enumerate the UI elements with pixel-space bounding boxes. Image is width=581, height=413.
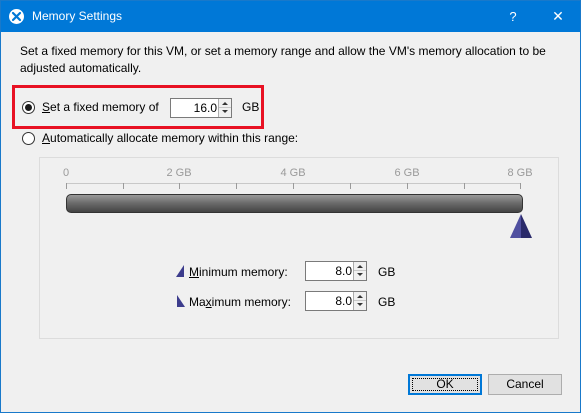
max-marker-icon <box>177 295 185 307</box>
memory-range-slider[interactable] <box>66 194 523 213</box>
axis-label-0: 0 <box>62 167 70 179</box>
fixed-memory-down-button[interactable] <box>219 108 231 117</box>
axis-tick <box>464 183 465 189</box>
auto-memory-label[interactable]: Automatically allocate memory within thi… <box>42 131 298 145</box>
min-marker-icon <box>176 265 184 277</box>
maximum-memory-up-button[interactable] <box>354 292 366 301</box>
axis-tick <box>179 183 180 189</box>
minimum-memory-up-button[interactable] <box>354 262 366 271</box>
ok-button[interactable]: OK <box>408 374 482 395</box>
close-button[interactable]: ✕ <box>536 1 580 32</box>
axis-label-2gb: 2 GB <box>166 167 192 179</box>
fixed-memory-unit: GB <box>242 100 260 114</box>
axis-label-8gb: 8 GB <box>507 167 533 179</box>
range-axis <box>67 183 521 184</box>
maximum-memory-stepper[interactable]: 8.0 <box>305 291 367 311</box>
focus-rect <box>412 378 478 391</box>
cancel-button[interactable]: Cancel <box>488 374 562 395</box>
help-button[interactable]: ? <box>491 1 535 32</box>
minimum-memory-unit: GB <box>378 265 396 279</box>
axis-tick <box>407 183 408 189</box>
axis-tick <box>66 183 67 189</box>
title-bar: Memory Settings ? ✕ <box>1 1 580 32</box>
memory-range-panel <box>39 157 559 339</box>
window-title: Memory Settings <box>32 9 123 23</box>
maximum-memory-unit: GB <box>378 295 396 309</box>
range-slider-thumb[interactable] <box>509 213 533 239</box>
axis-tick <box>350 183 351 189</box>
auto-memory-radio[interactable] <box>22 132 35 145</box>
minimum-memory-stepper[interactable]: 8.0 <box>305 261 367 281</box>
intro-text: Set a fixed memory for this VM, or set a… <box>20 44 546 75</box>
cancel-button-label: Cancel <box>506 377 544 391</box>
maximum-memory-value[interactable]: 8.0 <box>308 294 352 308</box>
axis-tick <box>123 183 124 189</box>
minimum-memory-value[interactable]: 8.0 <box>308 264 352 278</box>
maximum-memory-label: Maximum memory: <box>189 295 292 309</box>
fixed-memory-stepper[interactable]: 16.0 <box>170 98 232 118</box>
fixed-memory-radio[interactable] <box>22 101 35 114</box>
axis-tick <box>293 183 294 189</box>
fixed-memory-value[interactable]: 16.0 <box>173 101 217 115</box>
app-x-icon <box>9 9 24 24</box>
minimum-memory-down-button[interactable] <box>354 271 366 280</box>
fixed-memory-up-button[interactable] <box>219 99 231 108</box>
axis-tick <box>236 183 237 189</box>
axis-label-6gb: 6 GB <box>394 167 420 179</box>
minimum-memory-label: Minimum memory: <box>189 265 288 279</box>
maximum-memory-down-button[interactable] <box>354 301 366 310</box>
axis-label-4gb: 4 GB <box>280 167 306 179</box>
axis-tick <box>520 183 521 189</box>
fixed-memory-label[interactable]: Set a fixed memory of <box>42 100 159 114</box>
